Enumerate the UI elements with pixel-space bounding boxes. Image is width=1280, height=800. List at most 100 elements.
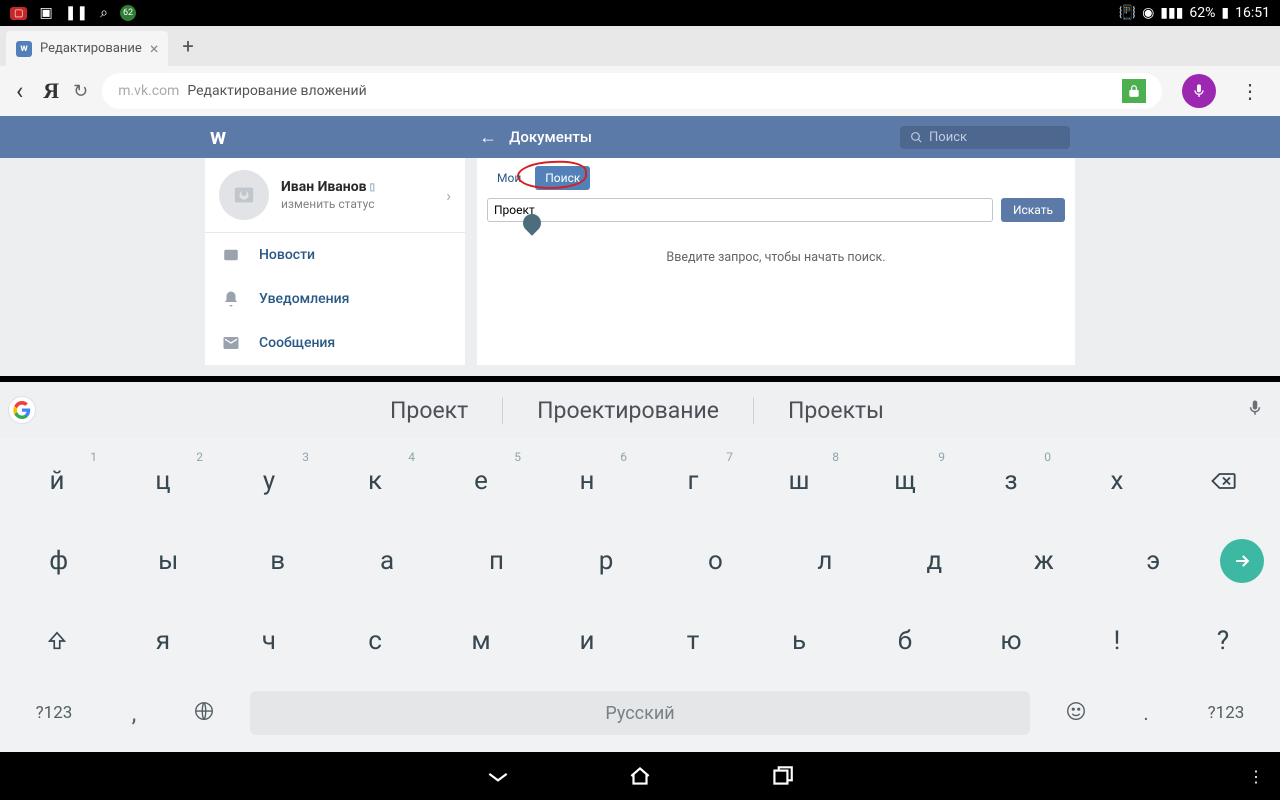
sidebar-item-notifications[interactable]: Уведомления [205,277,465,321]
key[interactable]: ц2 [111,444,215,518]
key[interactable]: р [552,524,659,598]
key-space[interactable]: Русский [250,691,1030,735]
key[interactable]: а [333,524,440,598]
suggestion-item[interactable]: Проектирование [503,397,754,424]
close-icon[interactable]: × [150,39,159,58]
key[interactable]: ж [990,524,1097,598]
key[interactable]: у3 [217,444,321,518]
key[interactable]: х [1065,444,1169,518]
url-domain: m.vk.com [118,83,179,99]
suggestion-item[interactable]: Проекты [754,397,918,424]
search-button[interactable]: Искать [1001,198,1065,222]
backspace-icon[interactable] [1171,444,1275,518]
key-symbols[interactable]: ?123 [1176,703,1276,723]
key[interactable]: л [771,524,878,598]
vk-logo[interactable]: w [210,125,225,150]
key[interactable]: э [1100,524,1207,598]
key[interactable]: ь [747,604,851,678]
key-symbols[interactable]: ?123 [4,703,104,723]
key[interactable]: й1 [5,444,109,518]
back-arrow-icon[interactable]: ← [479,127,497,148]
key[interactable]: щ9 [853,444,957,518]
key[interactable]: ш8 [747,444,851,518]
clock: 16:51 [1235,5,1270,21]
key[interactable]: к4 [323,444,427,518]
keyboard-suggestion-bar: Проект Проектирование Проекты [0,382,1280,438]
lock-icon [1122,79,1146,103]
search-hint: Введите запрос, чтобы начать поиск. [477,226,1075,301]
app-badge-icon: 62 [120,5,136,21]
key[interactable]: п [443,524,550,598]
reload-button[interactable]: ↻ [73,81,88,102]
battery-percent: 62% [1189,5,1215,21]
key[interactable]: ф [5,524,112,598]
battery-icon: ▮ [1221,5,1229,21]
key[interactable]: с [323,604,427,678]
key-period[interactable]: . [1116,701,1176,725]
on-screen-keyboard: Проект Проектирование Проекты й1ц2у3к4е5… [0,382,1280,752]
doc-tabs: Мои Поиск [477,158,1075,192]
url-bar[interactable]: m.vk.com Редактирование вложений [102,73,1162,109]
key[interactable]: я [111,604,215,678]
header-search-input[interactable] [929,130,1049,145]
key[interactable]: и [535,604,639,678]
key[interactable]: т [641,604,745,678]
google-icon[interactable] [8,396,36,424]
nav-back-button[interactable] [482,760,514,792]
key[interactable]: г7 [641,444,745,518]
key[interactable]: ? [1171,604,1275,678]
key-comma[interactable]: , [104,699,164,727]
vk-main-panel: Мои Поиск Искать Введите запрос, чтобы н… [477,158,1075,365]
key[interactable]: ! [1065,604,1169,678]
android-nav-bar: ⋮ [0,752,1280,800]
tab-my[interactable]: Мои [487,166,531,190]
doc-search-input[interactable] [487,198,993,222]
suggestion-item[interactable]: Проект [356,397,503,424]
key[interactable]: ы [114,524,221,598]
vibrate-icon: 📳 [1119,5,1136,21]
key[interactable]: д [881,524,988,598]
sidebar-item-news[interactable]: Новости [205,233,465,277]
key[interactable]: ч [217,604,321,678]
yandex-logo[interactable]: Я [43,78,59,104]
profile-name: Иван Иванов [281,179,367,195]
tab-search[interactable]: Поиск [535,166,590,190]
profile-card[interactable]: Иван Иванов ▯ изменить статус › [205,158,465,233]
url-page-title: Редактирование вложений [187,83,366,99]
key[interactable]: н6 [535,444,639,518]
new-tab-button[interactable]: + [168,26,207,66]
nav-home-button[interactable] [624,760,656,792]
bell-icon [221,289,241,309]
sidebar-item-messages[interactable]: Сообщения [205,321,465,365]
tab-title: Редактирование [40,41,142,56]
app-badge-icon: ▢ [10,7,27,20]
enter-key[interactable] [1220,539,1264,583]
nav-menu-button[interactable]: ⋮ [1248,767,1264,786]
key[interactable]: з0 [959,444,1063,518]
search-icon [910,131,923,144]
browser-tab-strip: w Редактирование × + [0,26,1280,66]
avatar [219,170,269,220]
profile-status[interactable]: изменить статус [281,197,434,211]
browser-menu-button[interactable]: ⋮ [1230,79,1270,103]
page-content: w ← Документы Иван Иванов ▯ изменить с [0,116,1280,376]
globe-icon[interactable] [164,700,244,727]
page-title: Документы [509,128,592,146]
nav-recent-button[interactable] [766,760,798,792]
shift-key[interactable] [5,604,109,678]
news-icon [221,245,241,265]
key[interactable]: о [662,524,769,598]
key[interactable]: в [224,524,331,598]
mic-icon[interactable] [1238,398,1272,422]
voice-search-button[interactable] [1182,74,1216,108]
key[interactable]: е5 [429,444,533,518]
back-button[interactable]: ‹ [10,77,29,105]
key[interactable]: ю [959,604,1063,678]
wifi-icon: ◉ [1142,5,1154,21]
vk-header-search[interactable] [900,126,1070,149]
browser-tab[interactable]: w Редактирование × [6,31,168,66]
envelope-icon [221,333,241,353]
key[interactable]: б [853,604,957,678]
emoji-icon[interactable] [1036,700,1116,727]
key[interactable]: м [429,604,533,678]
